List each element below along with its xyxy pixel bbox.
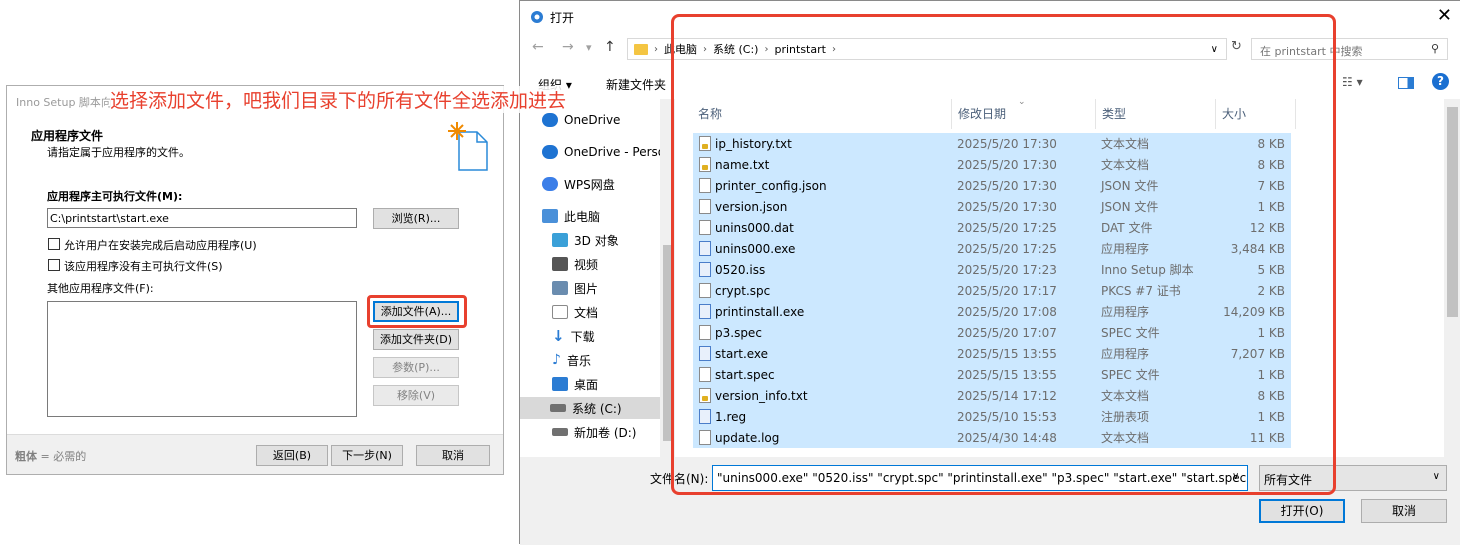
main-exe-input[interactable]: C:\printstart\start.exe xyxy=(47,208,357,228)
music-note-icon: ♪ xyxy=(552,352,561,368)
dialog-titlebar: 打开 xyxy=(530,7,574,27)
open-button[interactable]: 打开(O) xyxy=(1259,499,1345,523)
launch-after-install-checkbox[interactable] xyxy=(48,238,60,250)
back-arrow-icon[interactable]: ← xyxy=(532,39,544,55)
new-folder-button[interactable]: 新建文件夹 xyxy=(606,76,666,93)
drive-icon xyxy=(552,428,568,436)
sidebar-item-3d-objects[interactable]: 3D 对象 xyxy=(552,229,619,251)
sidebar-item-label: 音乐 xyxy=(566,353,591,368)
wizard-footer: 粗体 = 必需的 返回(B) 下一步(N) 取消 xyxy=(7,434,503,474)
file-list-scrollbar[interactable] xyxy=(1444,99,1460,457)
dialog-cancel-button[interactable]: 取消 xyxy=(1361,499,1447,523)
sidebar-item-downloads[interactable]: ↓ 下载 xyxy=(552,325,595,347)
sidebar-item-volume-d[interactable]: 新加卷 (D:) xyxy=(552,421,636,443)
sidebar-item-label: 图片 xyxy=(574,281,599,296)
wizard-cancel-button[interactable]: 取消 xyxy=(416,445,490,466)
file-list-scrollbar-thumb[interactable] xyxy=(1447,107,1458,317)
cloud-icon xyxy=(542,145,558,159)
sidebar-item-pictures[interactable]: 图片 xyxy=(552,277,598,299)
wizard-title: Inno Setup 脚本向 xyxy=(16,96,112,109)
close-icon[interactable]: ✕ xyxy=(1437,5,1452,26)
film-icon xyxy=(552,257,568,271)
sidebar-item-label: 新加卷 (D:) xyxy=(574,425,637,440)
add-folder-button[interactable]: 添加文件夹(D) xyxy=(373,329,459,350)
sidebar-item-this-pc[interactable]: 此电脑 xyxy=(542,205,600,227)
inno-setup-wizard-window: Inno Setup 脚本向 应用程序文件 请指定属于应用程序的文件。 应用程序… xyxy=(6,85,504,475)
wizard-body: 应用程序主可执行文件(M): C:\printstart\start.exe 浏… xyxy=(7,184,503,424)
sidebar-item-label: OneDrive - Perso xyxy=(564,145,666,159)
browse-button[interactable]: 浏览(R)... xyxy=(373,208,459,229)
sidebar-item-label: WPS网盘 xyxy=(564,177,615,192)
download-arrow-icon: ↓ xyxy=(552,327,565,345)
sidebar-item-label: 文档 xyxy=(574,305,599,320)
launch-after-install-label: 允许用户在安装完成后启动应用程序(U) xyxy=(64,239,257,252)
folder-icon xyxy=(634,43,648,55)
forward-arrow-icon[interactable]: → xyxy=(562,39,574,55)
add-files-highlight xyxy=(367,295,467,328)
remove-button[interactable]: 移除(V) xyxy=(373,385,459,406)
recent-chevron-icon[interactable]: ▾ xyxy=(586,41,592,54)
sidebar-item-label: 系统 (C:) xyxy=(572,401,622,416)
sidebar-item-label: 视频 xyxy=(574,257,599,272)
no-main-exe-checkbox[interactable] xyxy=(48,259,60,271)
preview-pane-icon[interactable] xyxy=(1398,77,1414,89)
sidebar-item-label: 此电脑 xyxy=(564,209,601,224)
main-exe-label: 应用程序主可执行文件(M): xyxy=(47,190,183,203)
back-button[interactable]: 返回(B) xyxy=(256,445,328,466)
sidebar-item-label: OneDrive xyxy=(564,113,621,127)
view-options-icon[interactable]: ☷ ▾ xyxy=(1342,75,1363,89)
open-file-dialog: 打开 ✕ ← → ▾ ↑ › 此电脑 › 系统 (C:) › printstar… xyxy=(519,0,1460,545)
breadcrumb-separator-icon: › xyxy=(654,43,658,55)
sidebar-item-label: 桌面 xyxy=(574,377,599,392)
required-note-bold: 粗体 xyxy=(15,450,37,463)
sidebar-item-wps-drive[interactable]: WPS网盘 xyxy=(542,173,615,195)
search-icon: ⚲ xyxy=(1430,42,1439,55)
dialog-title: 打开 xyxy=(550,10,575,25)
sidebar-item-label: 下载 xyxy=(570,329,595,344)
other-files-listbox[interactable] xyxy=(47,301,357,417)
no-main-exe-label: 该应用程序没有主可执行文件(S) xyxy=(64,260,223,273)
parameters-button[interactable]: 参数(P)... xyxy=(373,357,459,378)
instruction-annotation: 选择添加文件，吧我们目录下的所有文件全选添加进去 xyxy=(110,86,567,113)
sidebar-item-onedrive-personal[interactable]: OneDrive - Perso xyxy=(542,141,665,163)
wizard-header: 应用程序文件 请指定属于应用程序的文件。 xyxy=(7,114,503,184)
desktop-icon xyxy=(552,377,568,391)
drive-icon xyxy=(550,404,566,412)
filetype-dropdown-icon: ∨ xyxy=(1432,471,1440,482)
sidebar-item-label: 3D 对象 xyxy=(574,233,619,248)
navigation-pane: OneDrive OneDrive - Perso WPS网盘 此电脑 3D 对… xyxy=(520,99,665,457)
sidebar-item-desktop[interactable]: 桌面 xyxy=(552,373,598,395)
up-arrow-icon[interactable]: ↑ xyxy=(604,39,616,55)
required-note: 粗体 = 必需的 xyxy=(15,448,86,464)
sidebar-item-videos[interactable]: 视频 xyxy=(552,253,598,275)
cube-icon xyxy=(552,233,568,247)
dialog-app-icon xyxy=(531,11,543,23)
wizard-subheading: 请指定属于应用程序的文件。 xyxy=(47,146,190,159)
picture-icon xyxy=(552,281,568,295)
wps-cloud-icon xyxy=(542,177,558,191)
computer-icon xyxy=(542,209,558,223)
help-icon[interactable]: ? xyxy=(1432,73,1449,90)
wizard-heading: 应用程序文件 xyxy=(31,129,104,143)
next-button[interactable]: 下一步(N) xyxy=(331,445,403,466)
sidebar-item-system-c[interactable]: 系统 (C:) xyxy=(520,397,660,419)
required-note-text: = 必需的 xyxy=(37,450,87,463)
wizard-file-icon xyxy=(448,122,488,171)
sidebar-item-documents[interactable]: 文档 xyxy=(552,301,598,323)
sidebar-item-music[interactable]: ♪ 音乐 xyxy=(552,349,591,371)
cloud-icon xyxy=(542,113,558,127)
other-files-label: 其他应用程序文件(F): xyxy=(47,282,154,295)
files-selection-highlight xyxy=(671,14,1336,495)
document-icon xyxy=(552,305,568,319)
